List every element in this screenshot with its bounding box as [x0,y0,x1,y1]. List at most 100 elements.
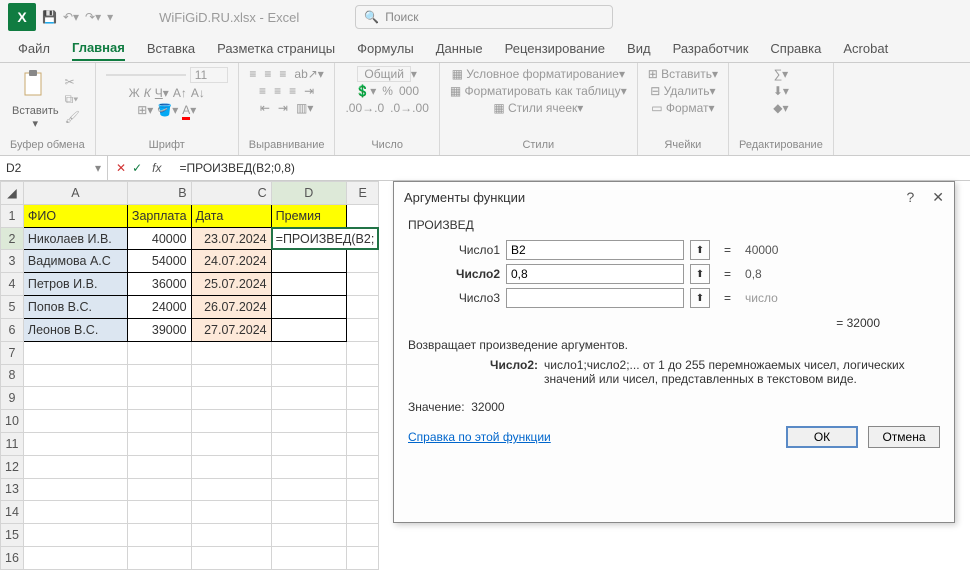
autosum-icon[interactable]: ∑▾ [774,67,789,81]
row-header[interactable]: 13 [1,478,24,501]
cell[interactable]: Премия [271,204,346,227]
cell-styles-button[interactable]: ▦ Стили ячеек▾ [493,101,583,115]
cell[interactable]: Вадимова А.С [23,250,127,273]
underline-button[interactable]: Ч▾ [155,86,169,100]
cell[interactable]: 54000 [127,250,191,273]
merge-icon[interactable]: ▥▾ [296,101,313,115]
row-header[interactable]: 16 [1,547,24,570]
paste-button[interactable]: Вставить ▾ [10,67,61,132]
arg2-input[interactable] [506,264,684,284]
row-header[interactable]: 10 [1,410,24,433]
col-header-C[interactable]: C [191,182,271,205]
row-header[interactable]: 5 [1,296,24,319]
col-header-E[interactable]: E [347,182,379,205]
range-picker-icon[interactable]: ⬆ [690,264,710,284]
range-picker-icon[interactable]: ⬆ [690,240,710,260]
tab-file[interactable]: Файл [18,37,50,60]
cell[interactable]: Зарплата [127,204,191,227]
cell[interactable] [347,250,379,273]
cell[interactable]: 39000 [127,318,191,341]
number-format[interactable]: Общий [357,66,411,82]
insert-cells-button[interactable]: ⊞ Вставить▾ [648,67,718,81]
indent-dec-icon[interactable]: ⇤ [260,101,270,115]
col-header-D[interactable]: D [271,182,346,205]
fill-color-icon[interactable]: 🪣▾ [157,103,178,117]
range-picker-icon[interactable]: ⬆ [690,288,710,308]
row-header[interactable]: 3 [1,250,24,273]
align-left-icon[interactable]: ≡ [259,84,266,98]
tab-data[interactable]: Данные [436,37,483,60]
row-header[interactable]: 7 [1,341,24,364]
format-table-button[interactable]: ▦ Форматировать как таблицу▾ [450,84,627,98]
cell[interactable]: 23.07.2024 [191,227,271,250]
align-right-icon[interactable]: ≡ [289,84,296,98]
cut-icon[interactable]: ✂ [65,75,80,89]
col-header-B[interactable]: B [127,182,191,205]
indent-inc-icon[interactable]: ⇥ [278,101,288,115]
fill-icon[interactable]: ⬇▾ [773,84,789,98]
align-center-icon[interactable]: ≡ [274,84,281,98]
align-bot-icon[interactable]: ≡ [279,67,286,81]
tab-home[interactable]: Главная [72,36,125,61]
row-header[interactable]: 15 [1,524,24,547]
cond-format-button[interactable]: ▦ Условное форматирование▾ [452,67,625,81]
name-box[interactable]: D2▾ [0,156,108,180]
qat-redo-icon[interactable]: ↷▾ [85,10,101,24]
cell[interactable] [347,204,379,227]
worksheet-grid[interactable]: ◢ABCDE 1ФИОЗарплатаДатаПремия 2Николаев … [0,181,379,570]
align-top-icon[interactable]: ≡ [249,67,256,81]
cell[interactable] [271,318,346,341]
row-header[interactable]: 11 [1,432,24,455]
arg3-input[interactable] [506,288,684,308]
tab-insert[interactable]: Вставка [147,37,195,60]
cell[interactable] [347,296,379,319]
row-header[interactable]: 6 [1,318,24,341]
cell[interactable] [347,273,379,296]
search-box[interactable]: 🔍 Поиск [355,5,613,29]
font-size[interactable]: 11 [190,67,228,83]
cell[interactable] [347,318,379,341]
close-icon[interactable]: ✕ [932,189,944,206]
align-mid-icon[interactable]: ≡ [264,67,271,81]
increase-font-icon[interactable]: A↑ [173,86,187,100]
tab-view[interactable]: Вид [627,37,651,60]
delete-cells-button[interactable]: ⊟ Удалить▾ [650,84,715,98]
cell[interactable]: 40000 [127,227,191,250]
cancel-formula-icon[interactable]: ✕ [116,161,126,175]
row-header[interactable]: 12 [1,455,24,478]
clear-icon[interactable]: ◆▾ [773,101,788,115]
formula-bar[interactable]: =ПРОИЗВЕД(B2;0,8) [173,161,970,175]
chevron-down-icon[interactable]: ▾ [95,161,101,175]
tab-layout[interactable]: Разметка страницы [217,37,335,60]
copy-icon[interactable]: ⧉▾ [65,92,80,107]
cell[interactable]: Николаев И.В. [23,227,127,250]
row-header[interactable]: 4 [1,273,24,296]
wrap-icon[interactable]: ⇥ [304,84,314,98]
cell[interactable]: Попов В.С. [23,296,127,319]
cell[interactable]: 27.07.2024 [191,318,271,341]
ok-button[interactable]: ОК [786,426,858,448]
cell[interactable]: Дата [191,204,271,227]
row-header[interactable]: 8 [1,364,24,387]
row-header[interactable]: 14 [1,501,24,524]
currency-icon[interactable]: 💲▾ [355,84,376,98]
format-painter-icon[interactable]: 🖌 [65,110,80,124]
select-all[interactable]: ◢ [1,182,24,205]
col-header-A[interactable]: A [23,182,127,205]
tab-review[interactable]: Рецензирование [505,37,605,60]
cell[interactable]: 36000 [127,273,191,296]
cancel-button[interactable]: Отмена [868,426,940,448]
cell[interactable] [271,250,346,273]
decrease-font-icon[interactable]: A↓ [191,86,205,100]
accept-formula-icon[interactable]: ✓ [132,161,142,175]
arg1-input[interactable] [506,240,684,260]
italic-button[interactable]: К [144,86,151,100]
tab-developer[interactable]: Разработчик [673,37,749,60]
active-cell[interactable]: =ПРОИЗВЕД(B2; [271,227,379,250]
cell[interactable]: ФИО [23,204,127,227]
comma-icon[interactable]: 000 [399,84,419,98]
percent-icon[interactable]: % [382,84,393,98]
fx-icon[interactable]: fx [152,161,161,175]
cell[interactable]: 24000 [127,296,191,319]
qat-save-icon[interactable]: 💾 [42,10,57,24]
